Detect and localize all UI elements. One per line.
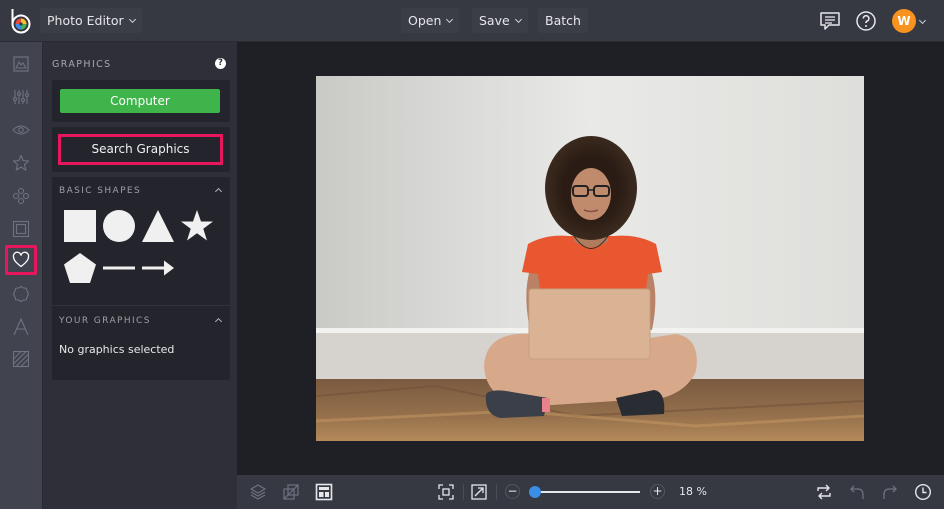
zoom-value: 18 % [679,485,707,498]
source-card: Computer [52,80,230,122]
befunky-logo[interactable] [9,8,33,34]
graphics-panel: GRAPHICS ? Computer Search Graphics BASI… [42,42,237,509]
shape-square[interactable] [63,209,97,243]
zoom-slider-track[interactable] [533,491,640,493]
rail-item-touch-up[interactable] [5,148,37,178]
shape-circle[interactable] [102,209,136,243]
top-bar: Photo Editor Open Save Batch W [0,0,944,42]
layout-icon[interactable] [315,483,333,501]
rail-item-textures[interactable] [5,344,37,374]
zoom-out-button[interactable]: − [505,484,520,499]
zoom-in-button[interactable]: + [650,484,665,499]
rail-item-image-tools[interactable] [5,49,37,79]
search-graphics-button[interactable]: Search Graphics [58,134,223,165]
shape-pentagon[interactable] [63,251,97,285]
zoom-slider-thumb[interactable] [529,486,542,498]
basic-shapes-heading: BASIC SHAPES [59,186,142,196]
shape-arrow[interactable] [141,251,175,285]
rail-item-overlays[interactable] [5,181,37,211]
comments-icon[interactable] [818,9,842,33]
bottom-toolbar: − + 18 % [237,475,944,509]
section-divider [52,305,230,306]
photo-image[interactable] [316,76,864,441]
rail-item-graphics[interactable] [5,245,37,275]
toolbar-separator [496,484,497,500]
photo-illustration [316,76,864,441]
chevron-down-icon [514,15,522,24]
chevron-down-icon [446,15,454,24]
rail-item-text[interactable] [5,312,37,342]
undo-icon[interactable] [848,483,866,501]
image-icon [13,56,29,72]
heart-icon [12,251,30,268]
eye-icon [12,125,30,135]
open-button[interactable]: Open [401,8,460,33]
save-label: Save [479,13,510,28]
history-icon[interactable] [914,483,932,501]
chevron-down-icon[interactable] [918,16,927,25]
rail-item-adjustments[interactable] [5,82,37,112]
compare-icon[interactable] [815,483,833,501]
shape-triangle[interactable] [141,209,175,243]
chevron-down-icon [128,15,136,24]
collapse-basic-shapes-icon[interactable] [214,187,223,196]
computer-button[interactable]: Computer [60,89,220,113]
help-icon[interactable] [854,9,878,33]
rail-item-badges[interactable] [5,279,37,309]
no-graphics-message: No graphics selected [59,343,175,356]
shape-line[interactable] [102,251,136,285]
open-label: Open [408,13,442,28]
panel-title: GRAPHICS [52,59,112,70]
user-avatar[interactable]: W [892,9,916,33]
shape-star[interactable] [180,209,214,243]
frame-icon [12,220,30,238]
your-graphics-heading: YOUR GRAPHICS [59,316,151,326]
tool-rail [0,42,42,509]
app-menu-label: Photo Editor [47,13,124,28]
rail-item-effects[interactable] [5,115,37,145]
badge-icon [12,285,30,303]
search-card: Search Graphics [52,127,230,172]
fit-to-screen-icon[interactable] [437,483,455,501]
save-button[interactable]: Save [472,8,528,33]
layers-icon[interactable] [249,483,267,501]
batch-label: Batch [545,13,581,28]
circles-icon [12,187,30,205]
app-menu-button[interactable]: Photo Editor [40,8,142,33]
sliders-icon [12,90,30,104]
star-icon [12,154,30,171]
text-icon [13,318,29,336]
rail-item-frames[interactable] [5,214,37,244]
collapse-your-graphics-icon[interactable] [214,317,223,326]
help-icon[interactable]: ? [215,58,226,69]
redo-icon[interactable] [881,483,899,501]
texture-icon [12,350,30,368]
actual-size-icon[interactable] [470,483,488,501]
toolbar-separator [463,484,464,500]
batch-button[interactable]: Batch [538,8,588,33]
editor-canvas[interactable] [237,42,944,475]
crop-resize-icon[interactable] [282,483,300,501]
photo-editor-app: Photo Editor Open Save Batch W GRAPHICS … [0,0,944,509]
